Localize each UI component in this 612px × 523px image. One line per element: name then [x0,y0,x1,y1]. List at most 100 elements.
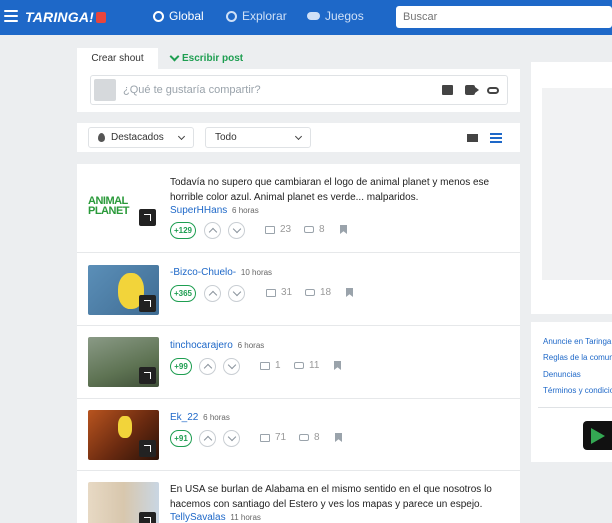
fire-icon [98,133,105,142]
reshares-count[interactable]: 11 [294,360,319,371]
top-navbar: TARINGA! Global Explorar Juegos [0,0,612,35]
expand-icon[interactable] [139,512,156,523]
tab-escribir-post[interactable]: Escribir post [169,48,243,69]
post-thumbnail[interactable] [88,482,159,523]
expand-icon[interactable] [139,209,156,226]
reshare-icon [304,226,314,233]
comment-icon [266,288,276,297]
bookmark-icon[interactable] [340,225,347,234]
image-icon[interactable] [442,85,453,95]
upvote-button[interactable] [199,358,216,375]
post-author[interactable]: TellySavalas [170,512,226,523]
google-play-button[interactable] [583,421,612,450]
scope-select[interactable]: Todo [205,127,311,148]
link-terminos[interactable]: Términos y condiciones [543,386,612,395]
composer-tabs: Crear shout Escribir post [77,48,520,69]
bookmark-icon[interactable] [346,288,353,297]
view-list-icon[interactable] [490,133,502,143]
post-text: En USA se burlan de Alabama en el mismo … [170,484,492,510]
nav-global-label: Global [169,9,204,23]
expand-icon[interactable] [139,295,156,312]
upvote-button[interactable] [204,222,221,239]
post-thumbnail[interactable] [88,337,159,387]
gamepad-icon [307,12,320,20]
comment-icon [265,225,275,234]
reshares-count[interactable]: 18 [305,287,331,298]
shout-feed: ANIMAL PLANET Todavía no supero que camb… [77,164,520,523]
post-meta: tinchocarajero 6 horas [170,340,264,351]
post-author[interactable]: -Bizco-Chuelo- [170,267,236,278]
post-time: 6 horas [232,206,259,215]
tab-crear-shout[interactable]: Crear shout [77,48,158,69]
post-thumbnail[interactable] [88,265,159,315]
feed-post: -Bizco-Chuelo- 10 horas +365 31 18 [77,253,520,326]
downvote-button[interactable] [228,285,245,302]
ad-placeholder [542,88,612,280]
shout-composer: ¿Qué te gustaría compartir? [77,69,520,112]
feed-post: En USA se burlan de Alabama en el mismo … [77,471,520,523]
downvote-button[interactable] [223,358,240,375]
comments-count[interactable]: 23 [265,224,291,235]
google-play-icon [591,428,605,444]
feed-post: tinchocarajero 6 horas +99 1 11 [77,326,520,399]
sort-select[interactable]: Destacados [88,127,194,148]
score-badge: +91 [170,430,192,447]
sidebar-ad-slot [531,62,612,314]
downvote-button[interactable] [223,430,240,447]
taringa-logo[interactable]: TARINGA! [25,9,106,25]
view-compact-icon[interactable] [467,134,478,142]
search-input[interactable] [396,6,612,28]
nav-explorar[interactable]: Explorar [226,9,287,23]
shout-placeholder: ¿Qué te gustaría compartir? [123,84,261,96]
nav-global[interactable]: Global [153,9,204,23]
scope-value: Todo [215,132,237,143]
post-meta: -Bizco-Chuelo- 10 horas [170,267,272,278]
comments-count[interactable]: 71 [260,432,286,443]
post-author[interactable]: SuperHHans [170,205,227,216]
comments-count[interactable]: 31 [266,287,292,298]
upvote-button[interactable] [204,285,221,302]
link-reglas[interactable]: Reglas de la comunidad [543,353,612,362]
post-author[interactable]: tinchocarajero [170,340,233,351]
score-badge: +99 [170,358,192,375]
thumbnail-character [118,416,132,438]
pencil-icon [169,51,180,62]
comment-icon [260,433,270,442]
post-text: Todavía no supero que cambiaran el logo … [170,177,490,203]
post-thumbnail[interactable]: ANIMAL PLANET [88,179,159,229]
hamburger-menu-icon[interactable] [4,10,18,22]
expand-icon[interactable] [139,367,156,384]
comments-value: 71 [275,432,287,443]
bookmark-icon[interactable] [334,361,341,370]
feed-post: ANIMAL PLANET Todavía no supero que camb… [77,164,520,253]
bookmark-icon[interactable] [335,433,342,442]
chevron-down-icon [177,132,186,141]
shout-input[interactable]: ¿Qué te gustaría compartir? [90,75,508,105]
reshares-count[interactable]: 8 [299,432,320,443]
link-anuncie[interactable]: Anuncie en Taringa! [543,337,612,346]
link-denuncias[interactable]: Denuncias [543,370,581,379]
upvote-button[interactable] [199,430,216,447]
chevron-down-icon [294,132,303,141]
reshares-count[interactable]: 8 [304,224,325,235]
nav-explorar-label: Explorar [242,9,287,23]
post-time: 6 horas [237,341,265,350]
post-time: 11 horas [230,513,261,522]
post-author[interactable]: Ek_22 [170,412,198,423]
comments-value: 23 [280,224,292,235]
downvote-button[interactable] [228,222,245,239]
nav-juegos[interactable]: Juegos [307,9,364,23]
reshares-value: 8 [319,224,325,235]
post-meta: SuperHHans 6 horas [170,205,259,216]
video-icon[interactable] [465,85,479,95]
comments-value: 1 [275,360,281,371]
post-thumbnail[interactable] [88,410,159,460]
expand-icon[interactable] [139,440,156,457]
feed-filters: Destacados Todo [77,123,520,152]
comments-value: 31 [281,287,293,298]
link-icon[interactable] [487,87,499,94]
feed-post: Ek_22 6 horas +91 71 8 [77,399,520,471]
comments-count[interactable]: 1 [260,360,281,371]
score-badge: +129 [170,222,196,239]
user-avatar [94,79,116,101]
